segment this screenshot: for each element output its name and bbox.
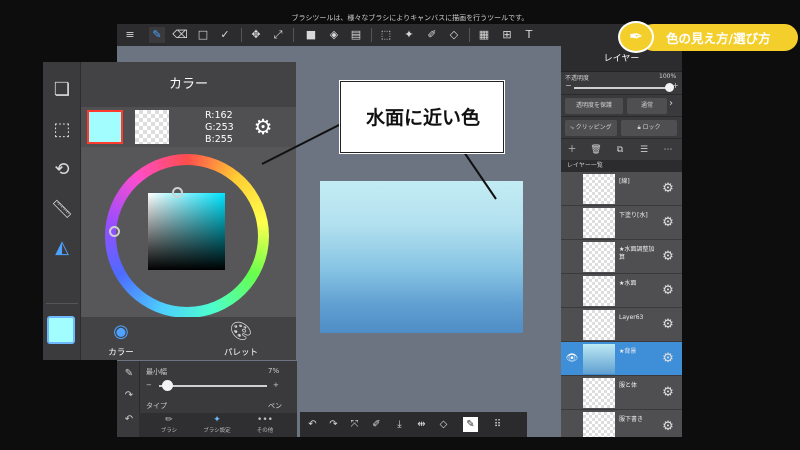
brand-badge: 色の見え方/選び方 ✒ bbox=[618, 21, 798, 53]
leader-line-to-canvas bbox=[463, 151, 497, 200]
callout-text: 水面に近い色 bbox=[365, 107, 480, 129]
brand-text: 色の見え方/選び方 bbox=[666, 31, 771, 46]
callout-leader-lines bbox=[261, 123, 497, 200]
leader-line-to-swatch bbox=[261, 123, 342, 165]
pen-nib-logo-icon: ✒ bbox=[618, 21, 654, 53]
screen: ブラシツールは、様々なブラシによりキャンバスに描画を行うツールです。 ≡ ✎ ⌫… bbox=[0, 0, 800, 450]
callout-box: 水面に近い色 bbox=[340, 81, 504, 153]
